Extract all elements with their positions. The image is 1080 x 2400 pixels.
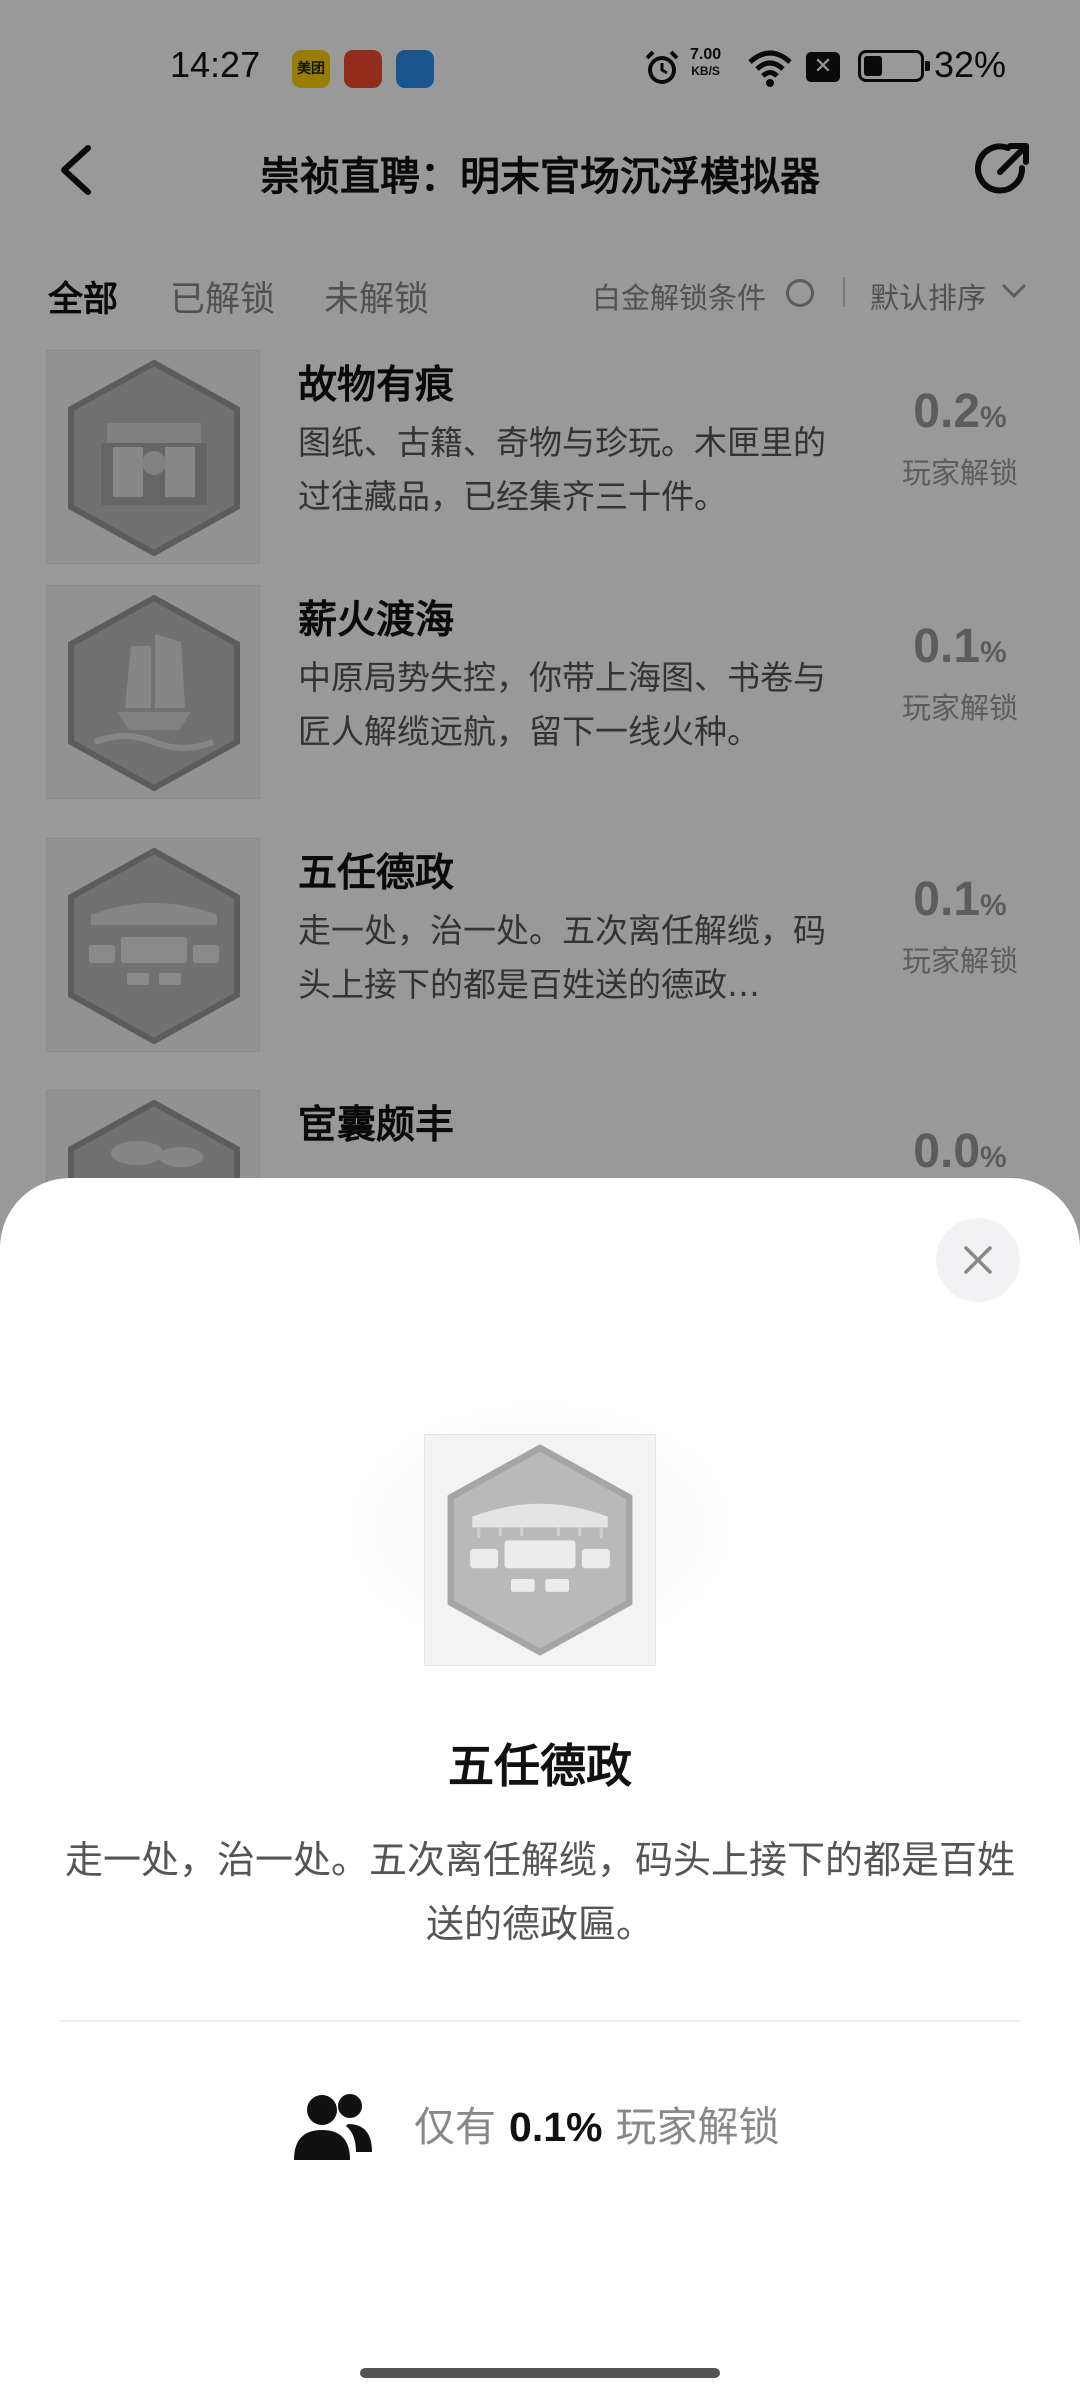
- home-indicator[interactable]: [360, 2368, 720, 2378]
- unlock-rate: 仅有 0.1% 玩家解锁: [414, 2093, 780, 2153]
- users-icon: [294, 2094, 372, 2160]
- pavilion-badge-icon: [447, 1444, 633, 1656]
- detail-description: 走一处，治一处。五次离任解缆，码头上接下的都是百姓送的德政匾。: [64, 1838, 1015, 1946]
- divider: [60, 2020, 1020, 2022]
- close-icon: [964, 1246, 992, 1274]
- detail-title: 五任德政: [448, 1739, 632, 1793]
- unlock-rate-prefix: 仅有: [414, 2103, 496, 2151]
- achievement-detail-sheet: 五任德政 走一处，治一处。五次离任解缆，码头上接下的都是百姓送的德政匾。 仅有 …: [0, 1178, 1080, 2400]
- unlock-rate-value: 0.1%: [509, 2104, 603, 2150]
- close-button[interactable]: [936, 1218, 1020, 1302]
- unlock-rate-suffix: 玩家解锁: [615, 2103, 780, 2151]
- detail-badge: [424, 1434, 656, 1666]
